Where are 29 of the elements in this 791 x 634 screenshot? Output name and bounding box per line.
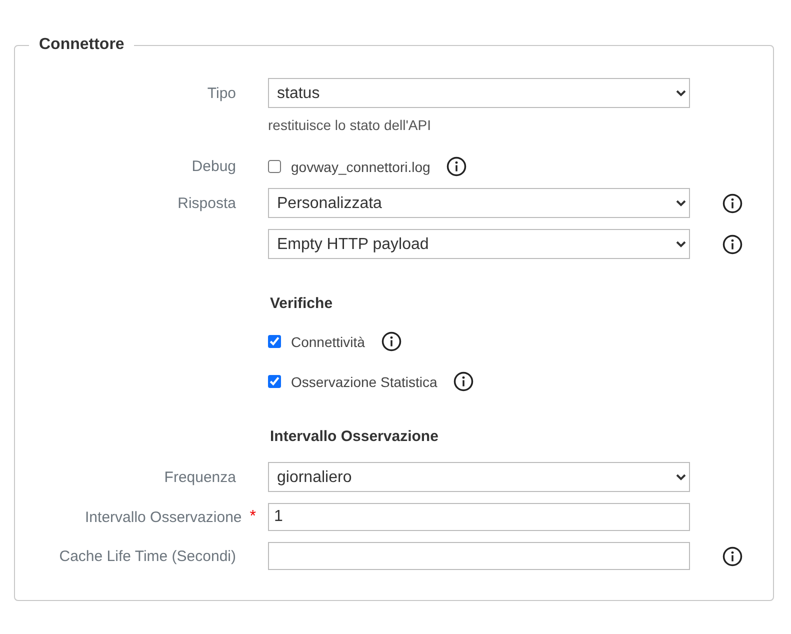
checkbox[interactable] [268,375,281,388]
field-label: Debug [192,158,236,175]
info-icon[interactable] [722,234,743,254]
checkbox[interactable] [268,335,281,348]
info-icon[interactable] [722,192,743,214]
field-label: Tipo [207,84,236,102]
required-mark: * [250,508,256,526]
section-heading: Verifiche [269,295,334,312]
input-field[interactable] [268,542,690,570]
input-field[interactable]: 1 [268,503,690,531]
dropdown[interactable]: giornaliero [268,462,690,492]
checkbox-label: Connettività [291,334,365,350]
field-hint: restituisce lo stato dell'API [268,117,432,133]
field-label: Risposta [178,194,236,212]
dropdown[interactable]: status [268,78,690,108]
section-heading: Intervallo Osservazione [269,428,440,445]
field-label: Frequenza [164,468,236,486]
checkbox-label: govway_connettori.log [291,158,430,174]
info-icon[interactable] [446,156,468,177]
field-label: Intervallo Osservazione [85,508,242,526]
dropdown[interactable]: Personalizzata [268,188,690,218]
info-icon[interactable] [380,331,402,352]
dropdown[interactable]: Empty HTTP payload [268,229,690,259]
checkbox-label: Osservazione Statistica [291,374,438,390]
fieldset-legend: Connettore [29,36,134,54]
info-icon[interactable] [453,371,474,392]
info-icon[interactable] [722,546,743,566]
checkbox[interactable] [268,160,281,173]
field-label: Cache Life Time (Secondi) [59,548,236,564]
